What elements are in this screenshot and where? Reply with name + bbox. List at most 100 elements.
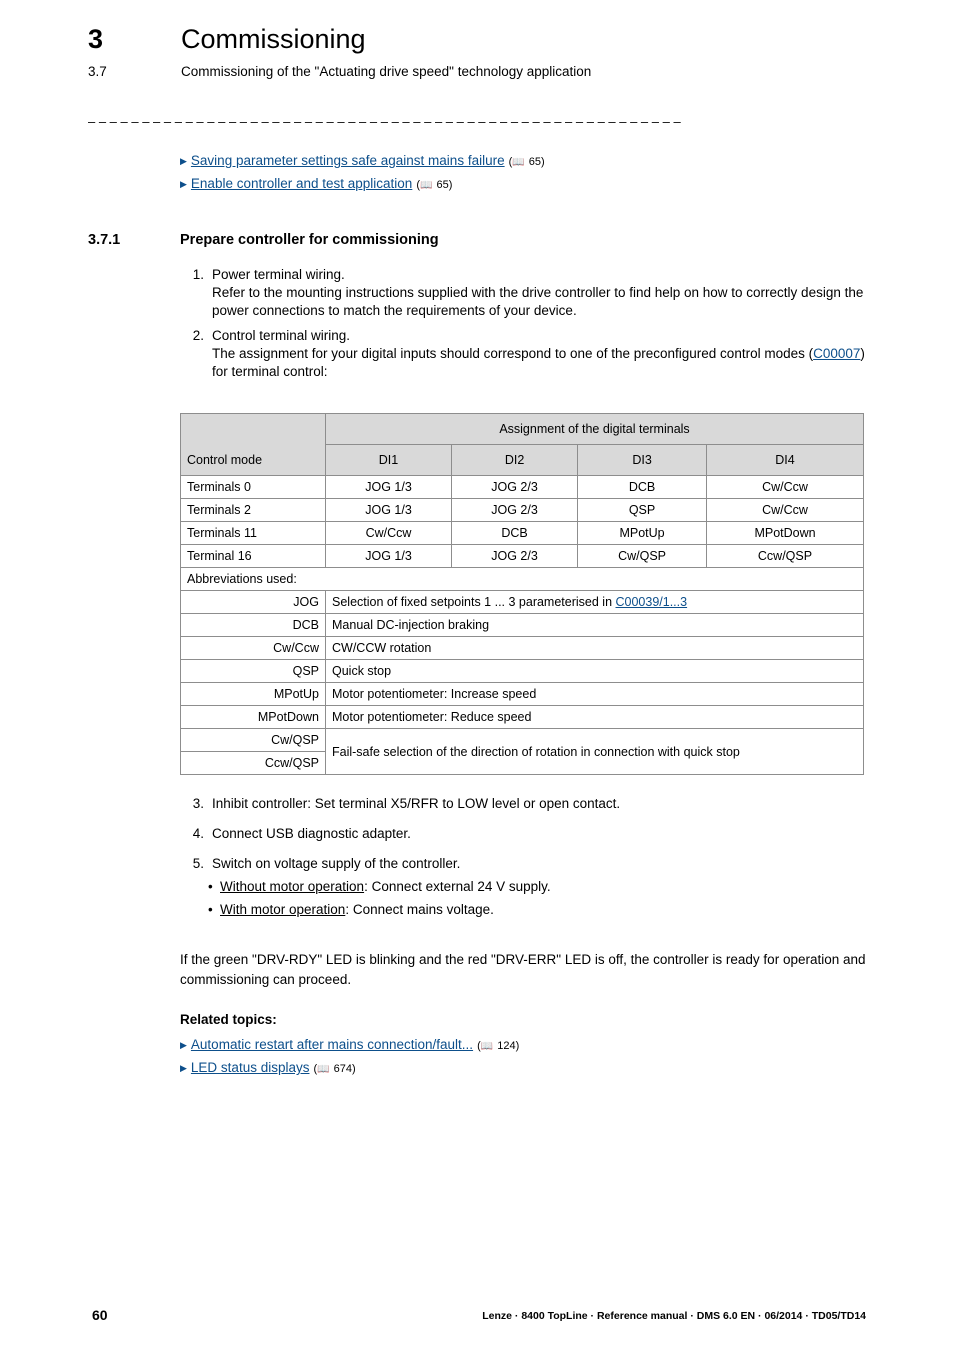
page-reference: (📖 65) xyxy=(416,179,453,191)
abbr-key: Cw/QSP xyxy=(180,728,326,752)
table-cell-di2: JOG 2/3 xyxy=(451,498,579,522)
book-icon: 📖 xyxy=(420,180,433,191)
abbr-value-text: Selection of fixed setpoints 1 ... 3 par… xyxy=(332,595,616,609)
page-reference: (📖 674) xyxy=(313,1063,356,1075)
step-text-pre: The assignment for your digital inputs s… xyxy=(212,345,814,361)
step-title: Control terminal wiring. xyxy=(212,327,351,343)
step-text: The assignment for your digital inputs s… xyxy=(212,345,870,381)
abbr-value: CW/CCW rotation xyxy=(325,636,864,660)
xref-link[interactable]: Enable controller and test application xyxy=(191,176,412,191)
list-item[interactable]: ▶ LED status displays (📖 674) xyxy=(180,1060,870,1075)
step-title: Power terminal wiring. xyxy=(212,267,345,282)
step-text: Refer to the mounting instructions suppl… xyxy=(212,285,864,319)
bullet-text-rest: : Connect external 24 V supply. xyxy=(364,878,551,894)
table-cell-di2: JOG 2/3 xyxy=(451,544,579,568)
section-number: 3.7 xyxy=(88,63,107,79)
table-cell-di1: JOG 1/3 xyxy=(324,544,453,568)
step-text: Connect USB diagnostic adapter. xyxy=(212,826,411,842)
table-header-di4: DI4 xyxy=(706,444,864,476)
header-divider: – – – – – – – – – – – – – – – – – – – – … xyxy=(88,114,681,126)
page-number: 674 xyxy=(333,1063,353,1075)
abbr-value: Motor potentiometer: Reduce speed xyxy=(325,705,864,729)
bullet-text-rest: : Connect mains voltage. xyxy=(345,901,494,917)
list-item: 1. Power terminal wiring. Refer to the m… xyxy=(180,266,870,321)
page-number: 65 xyxy=(528,156,542,168)
list-item: • With motor operation: Connect mains vo… xyxy=(180,901,870,920)
book-icon: 📖 xyxy=(512,157,525,168)
list-item[interactable]: ▶ Automatic restart after mains connecti… xyxy=(180,1037,870,1052)
table-cell-di1: JOG 1/3 xyxy=(324,475,453,499)
triangle-right-icon: ▶ xyxy=(180,156,187,166)
related-topics-title: Related topics: xyxy=(180,1012,277,1027)
table-cell-mode: Terminals 0 xyxy=(180,475,326,499)
list-item: 4. Connect USB diagnostic adapter. xyxy=(180,825,870,843)
list-item: 2. Control terminal wiring. The assignme… xyxy=(180,327,870,382)
table-row: QSP Quick stop xyxy=(180,659,864,683)
list-item[interactable]: ▶ Enable controller and test application… xyxy=(180,176,870,191)
table-cell-mode: Terminals 11 xyxy=(180,521,326,545)
abbr-key: QSP xyxy=(180,659,326,683)
table-header-group-row: Assignment of the digital terminals xyxy=(180,413,864,445)
table-group-header: Assignment of the digital terminals xyxy=(325,413,864,445)
triangle-right-icon: ▶ xyxy=(180,1063,187,1073)
list-item: 5. Switch on voltage supply of the contr… xyxy=(180,855,870,873)
step-number: 5. xyxy=(192,856,204,872)
table-cell-di3: QSP xyxy=(577,498,708,522)
procedure-steps-first: 1. Power terminal wiring. Refer to the m… xyxy=(180,266,870,387)
table-header-row: Control mode DI1 DI2 DI3 DI4 xyxy=(180,444,864,476)
table-header-control-mode: Control mode xyxy=(180,444,326,476)
step-text: Inhibit controller: Set terminal X5/RFR … xyxy=(212,796,621,811)
table-cell-di1: Cw/Ccw xyxy=(324,521,453,545)
bullet-text-underlined: Without motor operation xyxy=(220,878,365,894)
table-cell-di4: Cw/Ccw xyxy=(706,498,864,522)
digital-terminals-table: Assignment of the digital terminals Cont… xyxy=(180,413,864,775)
subsection-number: 3.7.1 xyxy=(88,232,121,248)
table-cell-di3: MPotUp xyxy=(577,521,708,545)
parameter-link[interactable]: C00039/1...3 xyxy=(616,595,688,609)
bullet-text-underlined: With motor operation xyxy=(220,901,346,917)
abbr-key: DCB xyxy=(180,613,326,637)
triangle-right-icon: ▶ xyxy=(180,179,187,189)
list-item[interactable]: ▶ Saving parameter settings safe against… xyxy=(180,153,870,168)
abbr-key: MPotDown xyxy=(180,705,326,729)
step-number: 1. xyxy=(192,267,204,282)
chapter-number: 3 xyxy=(88,24,104,54)
table-row: MPotDown Motor potentiometer: Reduce spe… xyxy=(180,705,864,729)
document-page: 3 Commissioning 3.7 Commissioning of the… xyxy=(0,0,954,1350)
step-number: 4. xyxy=(192,826,204,842)
table-row: Terminals 0 JOG 1/3 JOG 2/3 DCB Cw/Ccw xyxy=(180,475,864,499)
xref-link[interactable]: Saving parameter settings safe against m… xyxy=(191,153,505,168)
table-row: Terminals 2 JOG 1/3 JOG 2/3 QSP Cw/Ccw xyxy=(180,498,864,522)
book-icon: 📖 xyxy=(480,1041,494,1052)
step-body: Power terminal wiring. Refer to the moun… xyxy=(212,266,870,321)
bullet-text: Without motor operation: Connect externa… xyxy=(220,878,551,897)
abbr-key: MPotUp xyxy=(180,682,326,706)
table-row: Cw/Ccw CW/CCW rotation xyxy=(180,636,864,660)
abbreviations-title: Abbreviations used: xyxy=(180,567,864,591)
footer-text: Lenze · 8400 TopLine · Reference manual … xyxy=(482,1310,866,1322)
section-title: Commissioning of the "Actuating drive sp… xyxy=(181,63,592,79)
abbr-value: Manual DC-injection braking xyxy=(325,613,864,637)
abbr-value: Fail-safe selection of the direction of … xyxy=(325,728,864,775)
subsection-title: Prepare controller for commissioning xyxy=(180,232,439,248)
related-link[interactable]: LED status displays xyxy=(191,1060,310,1075)
abbr-value: Motor potentiometer: Increase speed xyxy=(325,682,864,706)
abbr-key: Cw/Ccw xyxy=(180,636,326,660)
crossreference-list: ▶ Saving parameter settings safe against… xyxy=(180,153,870,199)
table-header-di1: DI1 xyxy=(324,444,453,476)
list-item: • Without motor operation: Connect exter… xyxy=(180,878,870,897)
related-link[interactable]: Automatic restart after mains connection… xyxy=(191,1037,473,1052)
table-cell-di4: Ccw/QSP xyxy=(706,544,864,568)
status-paragraph: If the green "DRV-RDY" LED is blinking a… xyxy=(180,952,866,987)
chapter-title: Commissioning xyxy=(181,24,366,54)
subsection-heading: 3.7.1 Prepare controller for commissioni… xyxy=(88,232,878,248)
header-section-row: 3.7 Commissioning of the "Actuating driv… xyxy=(88,64,866,79)
bullet-icon: • xyxy=(208,878,213,894)
table-row: MPotUp Motor potentiometer: Increase spe… xyxy=(180,682,864,706)
step-body: Control terminal wiring. The assignment … xyxy=(212,327,870,382)
table-row: Terminal 16 JOG 1/3 JOG 2/3 Cw/QSP Ccw/Q… xyxy=(180,544,864,568)
related-topics: Related topics: ▶ Automatic restart afte… xyxy=(180,1012,870,1083)
table-row: JOG Selection of fixed setpoints 1 ... 3… xyxy=(180,590,864,614)
parameter-link[interactable]: C00007 xyxy=(813,346,860,361)
table: Assignment of the digital terminals Cont… xyxy=(180,413,864,775)
